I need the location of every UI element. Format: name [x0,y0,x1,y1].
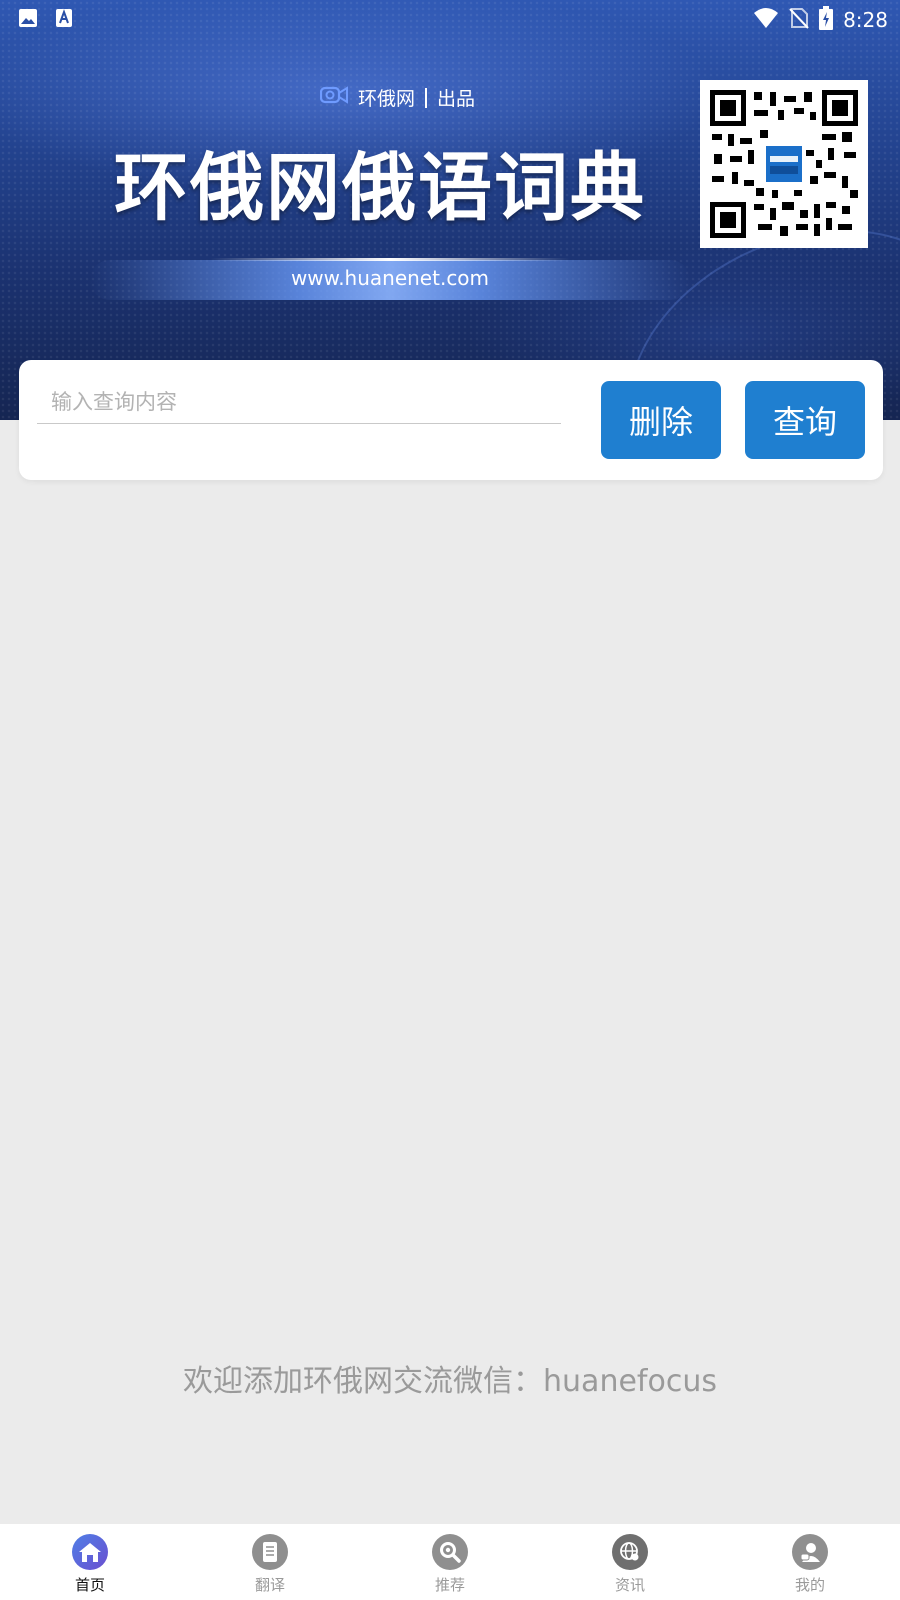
nav-label-news: 资讯 [614,1576,645,1594]
font-a-icon [54,8,74,28]
nav-item-recommend[interactable]: 推荐 [360,1524,540,1600]
status-left-icons [18,8,74,28]
globe-icon [612,1534,648,1570]
video-camera-icon [319,85,348,110]
nav-label-home: 首页 [74,1576,105,1594]
nav-label-profile: 我的 [794,1576,825,1594]
search-card: 删除 查询 [19,360,883,480]
header-banner: 8:28 环俄网 出品 环俄网俄语词典 www.huanenet.com [0,0,900,420]
document-icon [252,1534,288,1570]
nav-item-profile[interactable]: 我的 [720,1524,900,1600]
nav-label-recommend: 推荐 [434,1576,465,1594]
wifi-icon [753,7,779,33]
home-icon [72,1534,108,1570]
user-icon [792,1534,828,1570]
status-time: 8:28 [843,8,888,32]
nav-item-news[interactable]: 资讯 [540,1524,720,1600]
brand-suffix: 出品 [437,88,476,110]
qr-code [700,80,868,248]
status-bar: 8:28 [0,0,900,36]
brand-name: 环俄网 [358,88,416,110]
brand-separator [425,87,428,108]
battery-charging-icon [819,6,834,34]
bottom-nav: 首页 翻译 推荐 资讯 我的 [0,1524,900,1600]
status-right-icons: 8:28 [753,6,888,34]
site-url: www.huanenet.com [290,266,490,290]
nav-label-translate: 翻译 [254,1576,285,1594]
no-sim-icon [789,7,809,33]
delete-button[interactable]: 删除 [601,381,721,459]
search-input[interactable] [37,380,561,424]
app-title: 环俄网俄语词典 [114,145,646,231]
query-button[interactable]: 查询 [745,381,865,459]
nav-item-home[interactable]: 首页 [0,1524,180,1600]
welcome-text: 欢迎添加环俄网交流微信：huanefocus [183,1364,717,1399]
image-icon [18,8,38,28]
nav-item-translate[interactable]: 翻译 [180,1524,360,1600]
brand-line: 环俄网 出品 [319,84,476,111]
search-icon [432,1534,468,1570]
